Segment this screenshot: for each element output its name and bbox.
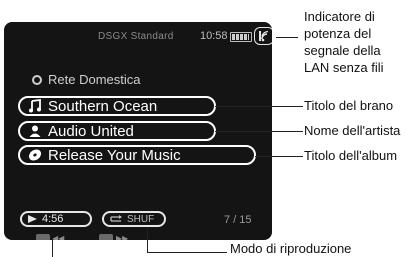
callout-line-mode-v <box>147 228 148 253</box>
play-icon <box>28 215 37 223</box>
previous-icon: ◀◀ <box>52 234 65 240</box>
button-pill-icon <box>99 234 113 240</box>
callout-line-album <box>255 156 303 157</box>
shuffle-icon <box>110 215 122 222</box>
music-note-icon <box>28 99 42 113</box>
wifi-signal-icon <box>254 27 272 45</box>
button-pill-icon <box>36 234 50 240</box>
track-title-row[interactable]: Southern Ocean <box>18 96 216 116</box>
play-mode[interactable]: SHUF <box>102 211 166 227</box>
status-bar: DSGX Standard 10:58 <box>4 22 272 46</box>
callout-line-time <box>52 238 53 257</box>
album-row[interactable]: Release Your Music <box>18 145 256 165</box>
callout-album: Titolo dell'album <box>304 148 398 163</box>
battery-icon <box>230 32 252 42</box>
clock: 10:58 <box>200 30 228 42</box>
rewind-button[interactable]: ◀◀ <box>36 234 65 240</box>
network-label: Rete Domestica <box>48 72 141 87</box>
callout-line-artist <box>215 131 303 132</box>
next-icon: ▶▶ <box>116 234 129 240</box>
callout-line-title <box>215 106 303 107</box>
play-mode-label: SHUF <box>127 213 155 225</box>
track-counter: 7 / 15 <box>224 214 252 226</box>
fast-forward-button[interactable]: ▶▶ <box>99 234 135 240</box>
artist-name: Audio United <box>48 122 134 140</box>
artist-row[interactable]: Audio United <box>18 121 216 141</box>
callout-track-title: Titolo del brano <box>304 98 394 113</box>
album-title: Release Your Music <box>48 146 181 164</box>
callout-line-mode-h <box>147 252 227 253</box>
callout-play-mode: Modo di riproduzione <box>230 241 352 256</box>
callout-wifi: Indicatore di potenza del segnale della … <box>304 9 384 75</box>
circle-icon <box>32 75 42 85</box>
callout-artist: Nome dell'artista <box>304 123 401 138</box>
elapsed-time: 4:56 <box>20 211 92 227</box>
network-name: Rete Domestica <box>32 72 140 87</box>
person-icon <box>28 124 42 138</box>
device-name: DSGX Standard <box>98 31 174 42</box>
elapsed-time-value: 4:56 <box>42 213 64 225</box>
callout-line-wifi <box>276 37 298 38</box>
track-title: Southern Ocean <box>48 97 158 115</box>
disc-icon <box>28 148 42 162</box>
